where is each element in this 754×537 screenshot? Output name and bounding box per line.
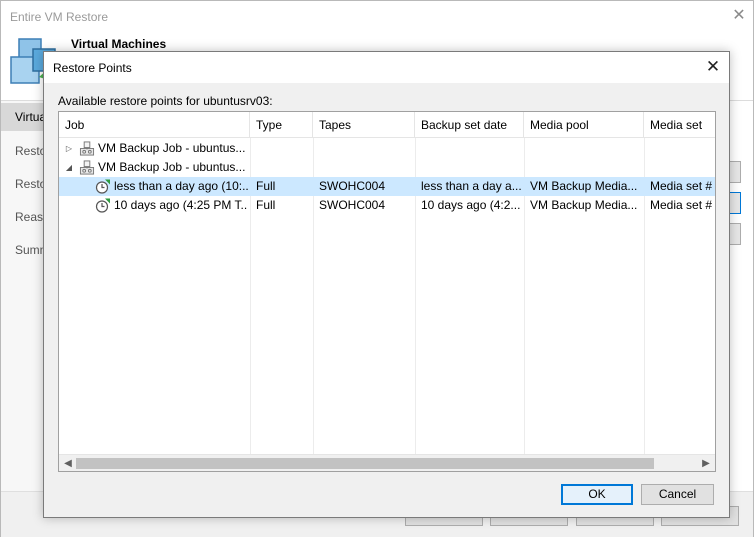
cell-pool: VM Backup Media...	[530, 198, 638, 212]
tape-backup-job-icon	[79, 141, 95, 156]
expand-arrow-icon[interactable]: ▷	[64, 139, 74, 158]
restore-point-clock-icon	[95, 198, 110, 213]
cell-mediaset: Media set #	[650, 179, 713, 193]
scroll-left-icon[interactable]: ◀	[61, 455, 75, 471]
step-restore-mode[interactable]: Restore Mode	[15, 144, 45, 158]
job-name: VM Backup Job - ubuntus...	[98, 141, 246, 155]
collapse-arrow-icon[interactable]: ◢	[64, 158, 74, 177]
grid-header: Job Type Tapes Backup set date Media poo…	[59, 112, 715, 138]
column-header-backup-set-date[interactable]: Backup set date	[415, 112, 524, 138]
cell-tapes: SWOHC004	[319, 198, 386, 212]
cell-mediaset: Media set #	[650, 198, 713, 212]
outer-close-icon[interactable]: ✕	[729, 6, 749, 26]
cell-date: 10 days ago (4:2...	[421, 198, 521, 212]
step-reason[interactable]: Reason	[15, 210, 45, 224]
job-row[interactable]: ◢ VM Backup Job - ubuntus...	[59, 158, 715, 177]
restore-points-grid[interactable]: Job Type Tapes Backup set date Media poo…	[58, 111, 716, 472]
column-header-type[interactable]: Type	[250, 112, 313, 138]
step-summary[interactable]: Summary	[15, 243, 45, 257]
outer-window-title: Entire VM Restore	[10, 10, 109, 24]
scroll-right-icon[interactable]: ▶	[699, 455, 713, 471]
column-header-media-set[interactable]: Media set	[644, 112, 715, 138]
horizontal-scrollbar[interactable]: ◀ ▶	[59, 454, 715, 471]
dialog-title: Restore Points	[53, 61, 132, 75]
job-name: VM Backup Job - ubuntus...	[98, 160, 246, 174]
column-header-tapes[interactable]: Tapes	[313, 112, 415, 138]
cell-date: less than a day a...	[421, 179, 522, 193]
cancel-button[interactable]: Cancel	[641, 484, 714, 505]
outer-title-bar: Entire VM Restore ✕	[1, 1, 753, 33]
dialog-close-icon[interactable]: ✕	[702, 56, 724, 78]
step-restore-point[interactable]: Restore Point	[15, 177, 45, 191]
restore-point-name: less than a day ago (10:...	[114, 179, 248, 193]
cell-pool: VM Backup Media...	[530, 179, 638, 193]
dialog-title-bar: Restore Points ✕	[44, 52, 729, 83]
column-header-media-pool[interactable]: Media pool	[524, 112, 644, 138]
restore-points-dialog: Restore Points ✕ Available restore point…	[43, 51, 730, 518]
wizard-steps-panel: Virtual Machines Restore Mode Restore Po…	[1, 101, 45, 491]
scrollbar-thumb[interactable]	[76, 458, 654, 469]
cell-type: Full	[256, 179, 276, 193]
restore-points-caption: Available restore points for ubuntusrv03…	[58, 94, 273, 108]
tape-backup-job-icon	[79, 160, 95, 175]
restore-point-clock-icon	[95, 179, 110, 194]
column-header-job[interactable]: Job	[59, 112, 250, 138]
wizard-header-title: Virtual Machines	[71, 37, 167, 51]
cell-tapes: SWOHC004	[319, 179, 386, 193]
ok-button[interactable]: OK	[561, 484, 633, 505]
restore-point-name: 10 days ago (4:25 PM T...	[114, 198, 248, 212]
restore-point-row[interactable]: 10 days ago (4:25 PM T... Full SWOHC004 10 …	[59, 196, 715, 215]
cell-type: Full	[256, 198, 276, 212]
step-virtual-machines[interactable]: Virtual Machines	[1, 103, 45, 131]
restore-point-row[interactable]: less than a day ago (10:... Full SWOHC004 l…	[59, 177, 715, 196]
job-row[interactable]: ▷ VM Backup Job - ubuntus...	[59, 139, 715, 158]
